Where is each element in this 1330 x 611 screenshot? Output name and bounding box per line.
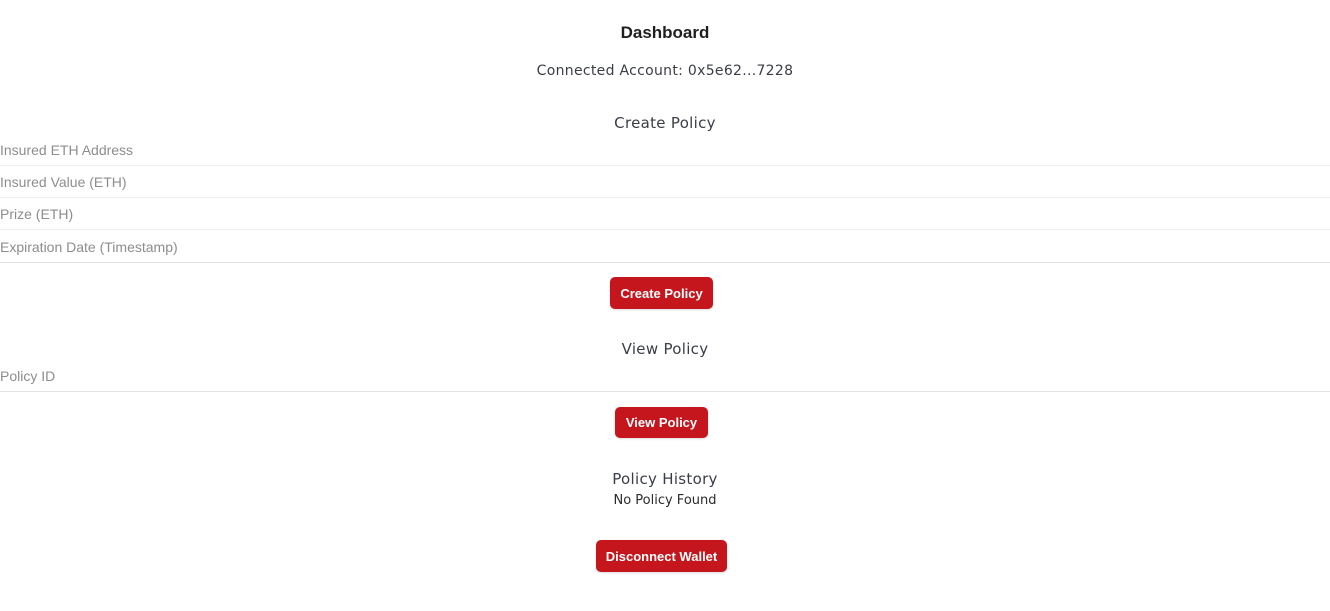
dashboard-page: Dashboard Connected Account: 0x5e62...72…: [0, 0, 1330, 611]
connected-account-text: Connected Account: 0x5e62...7228: [536, 63, 794, 79]
policy-history-heading: Policy History: [612, 470, 718, 488]
view-policy-heading: View Policy: [621, 340, 709, 358]
page-title: Dashboard: [620, 23, 710, 42]
view-policy-button[interactable]: View Policy: [615, 407, 708, 438]
disconnect-wallet-button[interactable]: Disconnect Wallet: [596, 540, 727, 572]
create-policy-heading: Create Policy: [614, 114, 716, 132]
policy-id-input[interactable]: [0, 360, 1330, 392]
create-policy-button[interactable]: Create Policy: [610, 277, 713, 309]
expiration-date-input[interactable]: [0, 231, 1330, 263]
no-policy-text: No Policy Found: [613, 493, 717, 508]
insured-eth-address-input[interactable]: [0, 134, 1330, 166]
prize-input[interactable]: [0, 198, 1330, 230]
insured-value-input[interactable]: [0, 166, 1330, 198]
